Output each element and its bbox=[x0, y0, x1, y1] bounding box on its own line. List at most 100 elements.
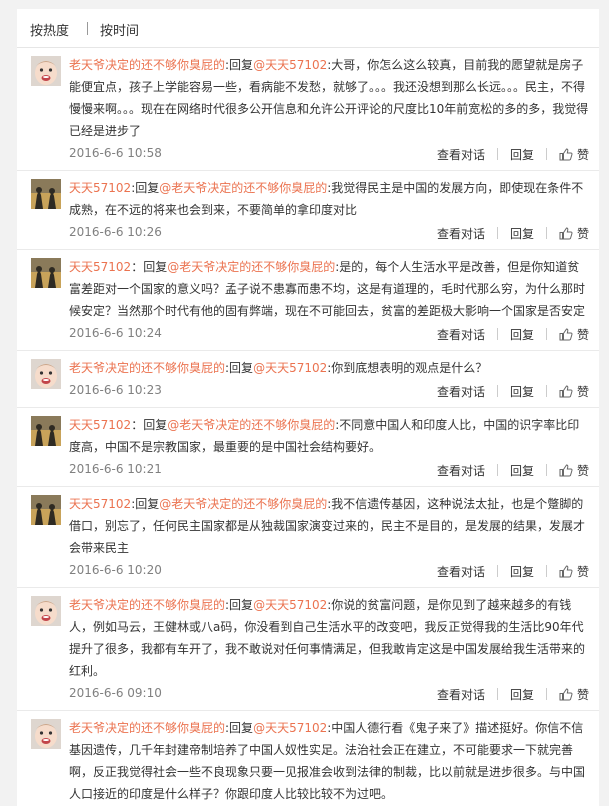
reply-prefix: :回复 bbox=[225, 58, 254, 72]
reply-target-link[interactable]: @老天爷决定的还不够你臭屁的 bbox=[159, 497, 327, 511]
comment-item: 天天57102:回复@老天爷决定的还不够你臭屁的:我觉得民主是中国的发展方向，即… bbox=[17, 171, 599, 250]
comment-text: 老天爷决定的还不够你臭屁的:回复@天天57102:大哥，你怎么这么较真，目前我的… bbox=[69, 54, 591, 142]
comment-author-link[interactable]: 天天57102 bbox=[69, 260, 131, 274]
avatar[interactable] bbox=[31, 596, 61, 626]
comment-item: 老天爷决定的还不够你臭屁的:回复@天天57102:大哥，你怎么这么较真，目前我的… bbox=[17, 48, 599, 171]
comment-meta: 2016-6-6 10:20 查看对话 回复 赞 bbox=[69, 563, 599, 579]
comment-actions: 查看对话 回复 赞 bbox=[437, 383, 589, 401]
comment-timestamp: 2016-6-6 09:10 bbox=[69, 686, 162, 700]
comment-item: 老天爷决定的还不够你臭屁的:回复@天天57102:中国人德行看《鬼子来了》描述挺… bbox=[17, 711, 599, 806]
reply-prefix: :回复 bbox=[225, 598, 254, 612]
view-conversation-link[interactable]: 查看对话 bbox=[437, 227, 485, 241]
reply-link[interactable]: 回复 bbox=[510, 227, 534, 241]
like-button[interactable]: 赞 bbox=[559, 464, 589, 478]
like-button[interactable]: 赞 bbox=[559, 148, 589, 162]
action-divider bbox=[496, 328, 498, 340]
reply-link[interactable]: 回复 bbox=[510, 464, 534, 478]
comment-timestamp: 2016-6-6 10:23 bbox=[69, 383, 162, 397]
action-divider bbox=[545, 385, 547, 397]
comment-meta: 2016-6-6 10:58 查看对话 回复 赞 bbox=[69, 146, 599, 162]
avatar[interactable] bbox=[31, 179, 61, 209]
reply-target-link[interactable]: @老天爷决定的还不够你臭屁的 bbox=[167, 418, 335, 432]
comment-author-link[interactable]: 老天爷决定的还不够你臭屁的 bbox=[69, 598, 225, 612]
like-button[interactable]: 赞 bbox=[559, 565, 589, 579]
like-label: 赞 bbox=[576, 328, 589, 342]
reply-link[interactable]: 回复 bbox=[510, 688, 534, 702]
comment-actions: 查看对话 回复 赞 bbox=[437, 563, 589, 581]
avatar[interactable] bbox=[31, 258, 61, 288]
action-divider bbox=[545, 464, 547, 476]
comment-author-link[interactable]: 老天爷决定的还不够你臭屁的 bbox=[69, 361, 225, 375]
view-conversation-link[interactable]: 查看对话 bbox=[437, 688, 485, 702]
comment-content: :你到底想表明的观点是什么？ bbox=[327, 361, 488, 375]
action-divider bbox=[545, 148, 547, 160]
reply-target-link[interactable]: @天天57102 bbox=[253, 598, 327, 612]
comment-meta: 2016-6-6 10:21 查看对话 回复 赞 bbox=[69, 462, 599, 478]
like-label: 赞 bbox=[576, 148, 589, 162]
thumbs-up-icon bbox=[559, 148, 573, 164]
comment-timestamp: 2016-6-6 10:21 bbox=[69, 462, 162, 476]
tab-divider bbox=[87, 22, 88, 35]
view-conversation-link[interactable]: 查看对话 bbox=[437, 464, 485, 478]
comment-author-link[interactable]: 老天爷决定的还不够你臭屁的 bbox=[69, 721, 225, 735]
comment-meta: 2016-6-6 10:24 查看对话 回复 赞 bbox=[69, 326, 599, 342]
comment-text: 老天爷决定的还不够你臭屁的:回复@天天57102:你到底想表明的观点是什么？ bbox=[69, 357, 591, 379]
reply-prefix: :回复 bbox=[131, 181, 160, 195]
comment-author-link[interactable]: 老天爷决定的还不够你臭屁的 bbox=[69, 58, 225, 72]
comment-timestamp: 2016-6-6 10:26 bbox=[69, 225, 162, 239]
reply-link[interactable]: 回复 bbox=[510, 328, 534, 342]
reply-target-link[interactable]: @老天爷决定的还不够你臭屁的 bbox=[167, 260, 335, 274]
avatar[interactable] bbox=[31, 359, 61, 389]
like-button[interactable]: 赞 bbox=[559, 328, 589, 342]
reply-target-link[interactable]: @天天57102 bbox=[253, 361, 327, 375]
tab-by-hot[interactable]: 按热度 bbox=[30, 20, 69, 39]
action-divider bbox=[496, 565, 498, 577]
reply-prefix: :回复 bbox=[225, 361, 254, 375]
tab-by-time[interactable]: 按时间 bbox=[100, 20, 139, 39]
reply-target-link[interactable]: @天天57102 bbox=[253, 58, 327, 72]
view-conversation-link[interactable]: 查看对话 bbox=[437, 148, 485, 162]
comment-text: 天天57102：回复@老天爷决定的还不够你臭屁的:是的，每个人生活水平是改善，但… bbox=[69, 256, 591, 322]
comment-item: 老天爷决定的还不够你臭屁的:回复@天天57102:你说的贫富问题，是你见到了越来… bbox=[17, 588, 599, 711]
avatar[interactable] bbox=[31, 495, 61, 525]
action-divider bbox=[496, 227, 498, 239]
reply-link[interactable]: 回复 bbox=[510, 385, 534, 399]
view-conversation-link[interactable]: 查看对话 bbox=[437, 385, 485, 399]
action-divider bbox=[496, 385, 498, 397]
comment-author-link[interactable]: 天天57102 bbox=[69, 418, 131, 432]
reply-target-link[interactable]: @天天57102 bbox=[253, 721, 327, 735]
comment-meta: 2016-6-6 10:23 查看对话 回复 赞 bbox=[69, 383, 599, 399]
comment-actions: 查看对话 回复 赞 bbox=[437, 686, 589, 704]
avatar[interactable] bbox=[31, 416, 61, 446]
view-conversation-link[interactable]: 查看对话 bbox=[437, 565, 485, 579]
reply-prefix: ：回复 bbox=[131, 418, 168, 432]
thumbs-up-icon bbox=[559, 464, 573, 480]
comment-timestamp: 2016-6-6 10:58 bbox=[69, 146, 162, 160]
thumbs-up-icon bbox=[559, 328, 573, 344]
reply-link[interactable]: 回复 bbox=[510, 565, 534, 579]
like-button[interactable]: 赞 bbox=[559, 385, 589, 399]
comment-text: 天天57102:回复@老天爷决定的还不够你臭屁的:我不信遗传基因，这种说法太扯，… bbox=[69, 493, 591, 559]
reply-target-link[interactable]: @老天爷决定的还不够你臭屁的 bbox=[159, 181, 327, 195]
sort-tabs: 按热度 按时间 bbox=[17, 9, 599, 48]
action-divider bbox=[545, 688, 547, 700]
like-button[interactable]: 赞 bbox=[559, 227, 589, 241]
like-button[interactable]: 赞 bbox=[559, 688, 589, 702]
comment-author-link[interactable]: 天天57102 bbox=[69, 497, 131, 511]
action-divider bbox=[545, 565, 547, 577]
comment-author-link[interactable]: 天天57102 bbox=[69, 181, 131, 195]
view-conversation-link[interactable]: 查看对话 bbox=[437, 328, 485, 342]
comment-timestamp: 2016-6-6 10:20 bbox=[69, 563, 162, 577]
like-label: 赞 bbox=[576, 565, 589, 579]
reply-prefix: ：回复 bbox=[131, 260, 168, 274]
reply-prefix: :回复 bbox=[225, 721, 254, 735]
avatar[interactable] bbox=[31, 719, 61, 749]
comment-panel: 按热度 按时间 老天爷决定的还不够你臭屁的:回复@天天57102:大哥，你怎么这… bbox=[17, 9, 599, 806]
reply-prefix: :回复 bbox=[131, 497, 160, 511]
avatar[interactable] bbox=[31, 56, 61, 86]
comment-meta: 2016-6-6 09:10 查看对话 回复 赞 bbox=[69, 686, 599, 702]
comment-text: 老天爷决定的还不够你臭屁的:回复@天天57102:中国人德行看《鬼子来了》描述挺… bbox=[69, 717, 591, 805]
comment-meta: 2016-6-6 10:26 查看对话 回复 赞 bbox=[69, 225, 599, 241]
reply-link[interactable]: 回复 bbox=[510, 148, 534, 162]
comment-list: 老天爷决定的还不够你臭屁的:回复@天天57102:大哥，你怎么这么较真，目前我的… bbox=[17, 48, 599, 806]
